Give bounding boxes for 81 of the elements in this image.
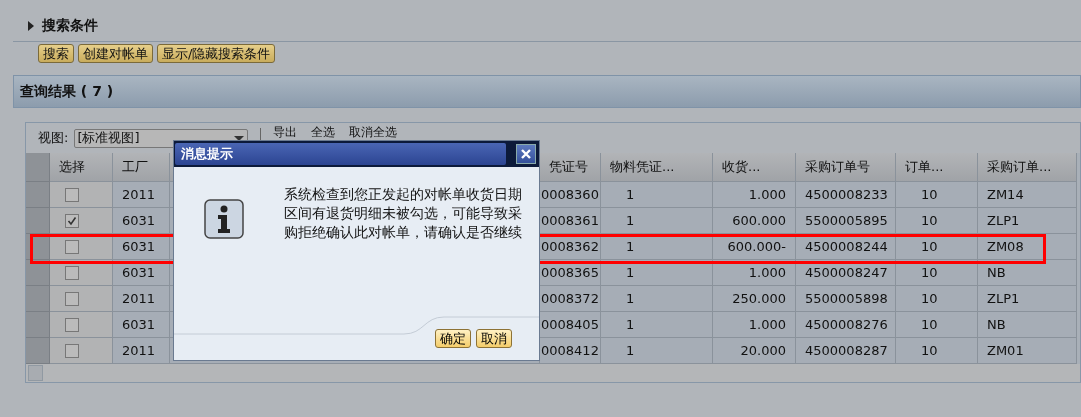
expand-triangle-icon[interactable]: [28, 21, 34, 31]
toolbar-button[interactable]: 搜索: [38, 44, 74, 63]
checkbox[interactable]: [65, 291, 79, 306]
row-selector[interactable]: [26, 260, 50, 286]
column-header[interactable]: 采购订单号: [796, 153, 896, 182]
column-header[interactable]: 选择: [50, 153, 113, 182]
checkbox[interactable]: [65, 265, 79, 280]
table-cell: 10: [896, 208, 978, 234]
row-selector[interactable]: [26, 286, 50, 312]
table-cell: 0008361: [540, 208, 601, 234]
table-cell: 1: [601, 286, 713, 312]
table-cell: 1.000: [713, 312, 796, 338]
table-cell: 0008365: [540, 260, 601, 286]
checkbox[interactable]: [65, 343, 79, 358]
panel-title: 查询结果 ( 7 ): [20, 82, 114, 101]
table-cell: 0008412: [540, 338, 601, 364]
row-selector[interactable]: [26, 312, 50, 338]
toolbar-link[interactable]: 取消全选: [349, 124, 398, 141]
table-cell: NB: [978, 312, 1077, 338]
table-cell: 20.000: [713, 338, 796, 364]
table-cell: 2011: [113, 286, 170, 312]
checkbox[interactable]: [65, 213, 79, 228]
checkbox[interactable]: [65, 317, 79, 332]
table-cell: 10: [896, 312, 978, 338]
table-cell: 5500005895: [796, 208, 896, 234]
table-cell: 4500008233: [796, 182, 896, 208]
table-cell: 10: [896, 260, 978, 286]
table-cell: 4500008287: [796, 338, 896, 364]
checkbox[interactable]: [65, 187, 79, 202]
table-cell: 6031: [113, 260, 170, 286]
toolbar-button[interactable]: 创建对帐单: [78, 44, 153, 63]
column-header[interactable]: 收货...: [713, 153, 796, 182]
table-cell: 10: [896, 286, 978, 312]
table-cell: 4500008276: [796, 312, 896, 338]
header-corner: [26, 153, 50, 182]
dialog-button[interactable]: 取消: [476, 329, 512, 348]
column-header[interactable]: 物料凭证...: [601, 153, 713, 182]
table-cell: 1: [601, 260, 713, 286]
table-cell: 4500008247: [796, 260, 896, 286]
table-cell: ZLP1: [978, 208, 1077, 234]
table-cell: 10: [896, 338, 978, 364]
column-header[interactable]: 订单...: [896, 153, 978, 182]
table-cell: 0008405: [540, 312, 601, 338]
horizontal-scrollbar[interactable]: [26, 364, 1080, 382]
view-label: 视图:: [38, 129, 69, 147]
table-cell: 1: [601, 182, 713, 208]
table-cell: 1.000: [713, 260, 796, 286]
table-cell: ZM01: [978, 338, 1077, 364]
table-cell: 250.000: [713, 286, 796, 312]
table-cell: 6031: [113, 312, 170, 338]
section-title: 搜索条件: [42, 17, 98, 35]
toolbar-link[interactable]: 导出: [273, 124, 298, 141]
table-cell: 1.000: [713, 182, 796, 208]
close-icon[interactable]: [516, 144, 536, 164]
table-cell: 1: [601, 208, 713, 234]
table-cell: 5500005898: [796, 286, 896, 312]
row-selector[interactable]: [26, 182, 50, 208]
column-header[interactable]: 采购订单...: [978, 153, 1077, 182]
column-header[interactable]: 凭证号: [540, 153, 601, 182]
table-cell: ZLP1: [978, 286, 1077, 312]
table-cell: 0008372: [540, 286, 601, 312]
table-cell: 0008360: [540, 182, 601, 208]
toolbar-link[interactable]: 全选: [311, 124, 336, 141]
table-cell: 1: [601, 338, 713, 364]
checkbox[interactable]: [65, 239, 79, 254]
table-cell: 6031: [113, 208, 170, 234]
row-selector[interactable]: [26, 338, 50, 364]
table-cell: ZM14: [978, 182, 1077, 208]
row-selector[interactable]: [26, 208, 50, 234]
dialog-button[interactable]: 确定: [435, 329, 471, 348]
table-cell: 1: [601, 312, 713, 338]
table-cell: 2011: [113, 182, 170, 208]
toolbar-button[interactable]: 显示/隐藏搜索条件: [157, 44, 276, 63]
dialog-title: 消息提示: [175, 143, 506, 165]
column-header[interactable]: 工厂: [113, 153, 170, 182]
table-cell: 10: [896, 182, 978, 208]
info-icon: [204, 199, 244, 239]
table-cell: NB: [978, 260, 1077, 286]
dialog-message: 系统检查到您正发起的对帐单收货日期区间有退货明细未被勾选，可能导致采购拒绝确认此对帐单，请确认是否继续: [284, 185, 523, 242]
table-cell: 600.000: [713, 208, 796, 234]
table-cell: 2011: [113, 338, 170, 364]
